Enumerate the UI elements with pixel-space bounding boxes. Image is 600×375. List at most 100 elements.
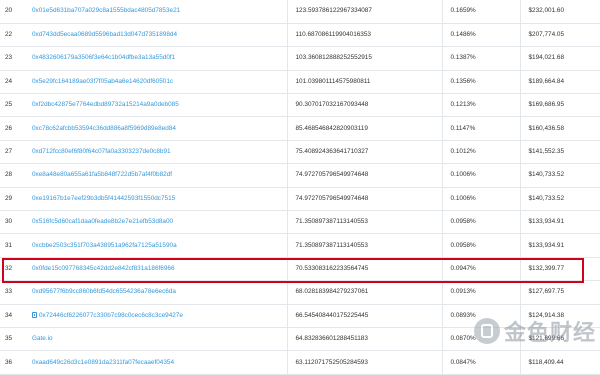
table-row: 26 0xc78c62afcbb53594c36dd886a8f5969d89e8… — [0, 116, 600, 141]
percentage-cell: 0.1213% — [441, 93, 520, 118]
value-text: $132,399.77 — [528, 264, 565, 272]
quantity-text: 90.307017032167093448 — [295, 101, 369, 109]
holder-address-link[interactable]: 0xd712fcc80ef6f80f64c07fa0a3303237de0c8b… — [32, 148, 171, 155]
value-text: $207,774.05 — [528, 31, 565, 39]
quantity-text: 68.028183984279237061 — [295, 288, 369, 296]
quantity-cell: 123.593786122967334087 — [286, 0, 442, 24]
value-cell: $141,552.35 — [519, 140, 600, 165]
percentage-cell: 0.0913% — [441, 280, 520, 305]
value-cell: $140,733.52 — [519, 187, 600, 212]
rank-text: 31 — [5, 241, 13, 249]
holder-address-link[interactable]: 0x516fc5d60caf1daa0feade8b2e7e21efb53d8a… — [32, 218, 173, 225]
rank-cell: 31 — [0, 233, 13, 258]
address-cell: 0x4832606179a3506f3e64c1b04dfbe3a13a55d0… — [10, 46, 287, 71]
rank-cell: 33 — [0, 280, 12, 305]
holder-address-link[interactable]: 0xe8a48e80a655a61fa5b848f722d5b7af4f0b82… — [32, 171, 172, 178]
percentage-text: 0.0847% — [450, 358, 476, 366]
token-holders-table: 20 0x01e5d631ba707a029c8a1555bdac4805d785… — [0, 0, 600, 375]
value-text: $140,733.52 — [528, 194, 565, 202]
holder-address-link[interactable]: 0xc78c62afcbb53594c36dd886a8f5969d89e8ed… — [32, 125, 176, 132]
rank-text: 35 — [5, 335, 13, 343]
percentage-cell: 0.0958% — [441, 210, 520, 235]
value-cell: $194,021.68 — [519, 46, 600, 71]
rank-text: 36 — [5, 358, 13, 366]
holder-address-link[interactable]: 0x0fde15c097768345c42dd2e842cf831a186f69… — [32, 265, 175, 272]
value-cell: $127,697.75 — [519, 280, 600, 305]
quantity-text: 71.350897387113140553 — [295, 241, 368, 249]
value-cell: $121,699.66 — [519, 327, 600, 352]
quantity-cell: 64.832836601288451183 — [286, 327, 442, 352]
holder-address-link[interactable]: 0xe19167b1e7eef29b3db5f41442593f1550dc75… — [32, 195, 175, 202]
holder-address-link[interactable]: 0xd95677f6b9cc860b6fd54dc6554236a78e6ec6… — [32, 288, 176, 295]
rank-text: 26 — [5, 124, 13, 132]
holder-address-link[interactable]: 0xd743dd5ecaa0689d5596bad13d047d7351898d… — [32, 31, 177, 38]
percentage-text: 0.0947% — [450, 264, 476, 272]
percentage-text: 0.1486% — [450, 31, 476, 39]
rank-cell: 29 — [0, 187, 13, 212]
table-row: 31 0xcbbe2503c351f703a438951a962fa7125a51… — [0, 233, 600, 258]
percentage-cell: 0.1387% — [441, 46, 520, 71]
quantity-cell: 101.039801114575980811 — [286, 70, 442, 95]
table-row: 25 0xf2dbc42875e7764edbd89732a15214a9a0de… — [0, 93, 600, 118]
value-text: $133,934.91 — [528, 241, 565, 249]
quantity-cell: 68.028183984279237061 — [286, 280, 442, 305]
address-cell: 0xd712fcc80ef6f80f64c07fa0a3303237de0c8b… — [10, 140, 287, 165]
quantity-cell: 66.545408440175225445 — [286, 304, 442, 328]
rank-text: 29 — [5, 194, 13, 202]
holder-address-link[interactable]: Gate.io — [32, 335, 53, 342]
percentage-cell: 0.0847% — [441, 350, 520, 375]
quantity-text: 123.593786122967334087 — [295, 7, 372, 15]
address-cell: 0x0fde15c097768345c42dd2e842cf831a186f69… — [10, 257, 287, 282]
address-cell: 0xd95677f6b9cc860b6fd54dc6554236a78e6ec6… — [10, 280, 287, 305]
value-text: $141,552.35 — [528, 148, 565, 156]
percentage-cell: 0.1006% — [441, 187, 520, 212]
percentage-text: 0.1356% — [450, 77, 476, 85]
address-cell: Gate.io — [10, 327, 287, 352]
rank-text: 28 — [5, 171, 13, 179]
holder-address-link[interactable]: 0x5e29fc164189ae03f7f05ab4a6e14620df6050… — [32, 78, 173, 85]
rank-text: 27 — [5, 148, 13, 156]
percentage-cell: 0.1006% — [441, 163, 520, 188]
quantity-text: 66.545408440175225445 — [295, 311, 369, 319]
quantity-text: 71.350897387113140553 — [295, 218, 368, 226]
table-row: 27 0xd712fcc80ef6f80f64c07fa0a3303237de0c… — [0, 140, 600, 165]
holder-address-link[interactable]: 0x72446cf6226077c330b7c98c0cec6c8c3ce942… — [39, 312, 183, 319]
quantity-cell: 71.350897387113140553 — [286, 233, 442, 258]
percentage-text: 0.0913% — [450, 288, 476, 296]
holder-address-link[interactable]: 0x01e5d631ba707a029c8a1555bdac4805d7853e… — [32, 7, 180, 14]
quantity-cell: 75.408924363641710327 — [286, 140, 442, 165]
value-text: $189,664.84 — [528, 77, 565, 85]
percentage-cell: 0.1147% — [441, 116, 520, 141]
value-cell: $118,409.44 — [519, 350, 600, 375]
address-cell: 0x5e29fc164189ae03f7f05ab4a6e14620df6050… — [10, 70, 287, 95]
rank-cell: 24 — [0, 70, 12, 95]
value-cell: $133,934.91 — [519, 210, 600, 235]
rank-cell: 30 — [0, 210, 12, 235]
percentage-text: 0.0893% — [450, 311, 476, 319]
holder-address-link[interactable]: 0x4832606179a3506f3e64c1b04dfbe3a13a55d0… — [32, 54, 175, 61]
quantity-text: 101.039801114575980811 — [295, 77, 371, 85]
rank-text: 23 — [5, 54, 13, 62]
percentage-cell: 0.1356% — [441, 70, 520, 95]
value-cell: $160,436.58 — [519, 116, 600, 141]
holder-address-link[interactable]: 0xcbbe2503c351f703a438951a962fa7125a5159… — [32, 242, 177, 249]
percentage-cell: 0.0947% — [441, 257, 520, 282]
holders-table-body: 20 0x01e5d631ba707a029c8a1555bdac4805d785… — [0, 0, 600, 375]
value-text: $232,001.60 — [528, 7, 565, 15]
value-cell: $133,934.91 — [519, 233, 600, 258]
holder-address-link[interactable]: 0xf2dbc42875e7764edbd89732a15214a9a0deb0… — [32, 101, 179, 108]
quantity-text: 64.832836601288451183 — [295, 335, 368, 343]
holder-address-link[interactable]: 0xaad649c26d3c1e0891da2311fa07fecaaef043… — [32, 359, 174, 366]
percentage-text: 0.1006% — [450, 171, 476, 179]
address-cell: 0xf2dbc42875e7764edbd89732a15214a9a0deb0… — [10, 93, 287, 118]
quantity-cell: 74.972705796549974648 — [286, 163, 442, 188]
rank-text: 25 — [5, 101, 13, 109]
table-row: 24 0x5e29fc164189ae03f7f05ab4a6e14620df60… — [0, 70, 600, 95]
quantity-cell: 71.350897387113140553 — [286, 210, 442, 235]
percentage-text: 0.1659% — [450, 7, 476, 15]
quantity-cell: 110.687086119904016353 — [286, 23, 442, 48]
percentage-cell: 0.1012% — [441, 140, 520, 165]
value-text: $118,409.44 — [528, 358, 564, 366]
address-cell: 0xaad649c26d3c1e0891da2311fa07fecaaef043… — [10, 350, 287, 375]
value-cell: $232,001.60 — [519, 0, 600, 24]
